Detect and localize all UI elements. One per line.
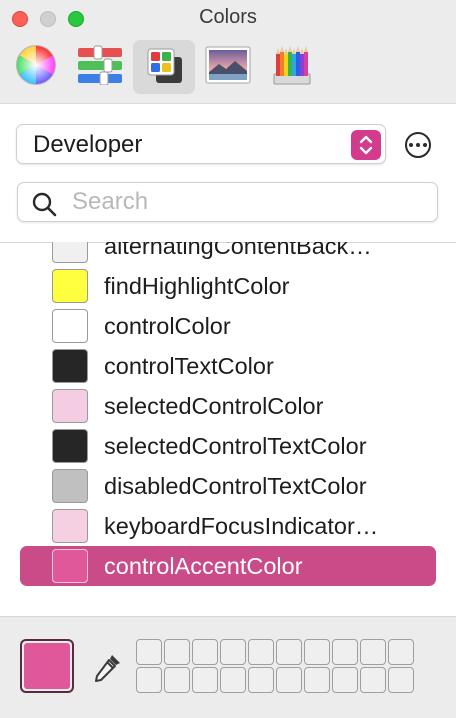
color-name: findHighlightColor bbox=[104, 273, 290, 299]
empty-swatch-slot[interactable] bbox=[192, 667, 218, 693]
palette-popup[interactable]: Developer bbox=[16, 124, 386, 164]
palettes-icon bbox=[142, 45, 186, 90]
search-icon bbox=[31, 191, 57, 222]
empty-swatch-slot[interactable] bbox=[248, 639, 274, 665]
empty-swatch-slot[interactable] bbox=[332, 639, 358, 665]
pencils-tab[interactable] bbox=[261, 40, 323, 94]
window-title: Colors bbox=[199, 6, 257, 28]
empty-swatch-slot[interactable] bbox=[276, 667, 302, 693]
empty-swatch-slot[interactable] bbox=[388, 639, 414, 665]
sliders-icon bbox=[76, 45, 124, 90]
color-swatch bbox=[52, 509, 88, 543]
empty-swatch-slot[interactable] bbox=[388, 667, 414, 693]
image-palettes-tab[interactable] bbox=[197, 40, 259, 94]
color-swatch bbox=[52, 389, 88, 423]
palette-popup-label: Developer bbox=[33, 131, 143, 158]
empty-swatch-slot[interactable] bbox=[304, 639, 330, 665]
palette-panel: Developer alternatingContentBack… findHi… bbox=[0, 104, 456, 616]
color-wheel-icon bbox=[15, 44, 57, 91]
image-icon bbox=[204, 45, 252, 90]
color-name: controlTextColor bbox=[104, 353, 274, 379]
empty-swatch-slot[interactable] bbox=[164, 667, 190, 693]
list-item[interactable]: selectedControlTextColor bbox=[20, 426, 436, 466]
color-swatch bbox=[52, 309, 88, 343]
color-list[interactable]: alternatingContentBack… findHighlightCol… bbox=[0, 242, 456, 616]
ellipsis-icon bbox=[409, 143, 413, 147]
empty-swatch-slot[interactable] bbox=[164, 639, 190, 665]
pencils-icon bbox=[270, 44, 314, 91]
search-field[interactable] bbox=[17, 182, 438, 222]
empty-swatch-slot[interactable] bbox=[304, 667, 330, 693]
color-swatch bbox=[52, 549, 88, 583]
current-color-fill bbox=[24, 643, 70, 689]
color-name: controlColor bbox=[104, 313, 231, 339]
empty-swatch-slot[interactable] bbox=[360, 639, 386, 665]
saved-swatch-grid bbox=[136, 639, 414, 693]
color-swatch bbox=[52, 349, 88, 383]
search-input[interactable] bbox=[72, 186, 422, 218]
empty-swatch-slot[interactable] bbox=[332, 667, 358, 693]
color-swatch bbox=[52, 242, 88, 263]
color-name: selectedControlTextColor bbox=[104, 433, 367, 459]
color-swatch bbox=[52, 269, 88, 303]
empty-swatch-slot[interactable] bbox=[220, 639, 246, 665]
color-name: keyboardFocusIndicator… bbox=[104, 513, 379, 539]
empty-swatch-slot[interactable] bbox=[220, 667, 246, 693]
list-item[interactable]: alternatingContentBack… bbox=[20, 242, 436, 266]
empty-swatch-slot[interactable] bbox=[360, 667, 386, 693]
color-palettes-tab[interactable] bbox=[133, 40, 195, 94]
color-name: disabledControlTextColor bbox=[104, 473, 367, 499]
color-name: controlAccentColor bbox=[104, 553, 303, 579]
current-color-well[interactable] bbox=[20, 639, 74, 693]
more-options-button[interactable] bbox=[405, 132, 431, 158]
list-item[interactable]: disabledControlTextColor bbox=[20, 466, 436, 506]
popup-stepper-icon bbox=[351, 130, 381, 160]
list-item-selected[interactable]: controlAccentColor bbox=[20, 546, 436, 586]
eyedropper-icon[interactable] bbox=[90, 651, 124, 690]
color-wheel-tab[interactable] bbox=[5, 40, 67, 94]
color-name: selectedControlColor bbox=[104, 393, 324, 419]
color-swatch bbox=[52, 469, 88, 503]
list-item[interactable]: findHighlightColor bbox=[20, 266, 436, 306]
color-name: alternatingContentBack… bbox=[104, 242, 372, 259]
empty-swatch-slot[interactable] bbox=[136, 639, 162, 665]
empty-swatch-slot[interactable] bbox=[136, 667, 162, 693]
bottom-bar bbox=[0, 616, 456, 718]
list-item[interactable]: controlColor bbox=[20, 306, 436, 346]
empty-swatch-slot[interactable] bbox=[192, 639, 218, 665]
empty-swatch-slot[interactable] bbox=[248, 667, 274, 693]
color-sliders-tab[interactable] bbox=[69, 40, 131, 94]
empty-swatch-slot[interactable] bbox=[276, 639, 302, 665]
list-item[interactable]: keyboardFocusIndicator… bbox=[20, 506, 436, 546]
list-item[interactable]: controlTextColor bbox=[20, 346, 436, 386]
list-item[interactable]: selectedControlColor bbox=[20, 386, 436, 426]
color-swatch bbox=[52, 429, 88, 463]
titlebar: Colors bbox=[0, 0, 456, 104]
